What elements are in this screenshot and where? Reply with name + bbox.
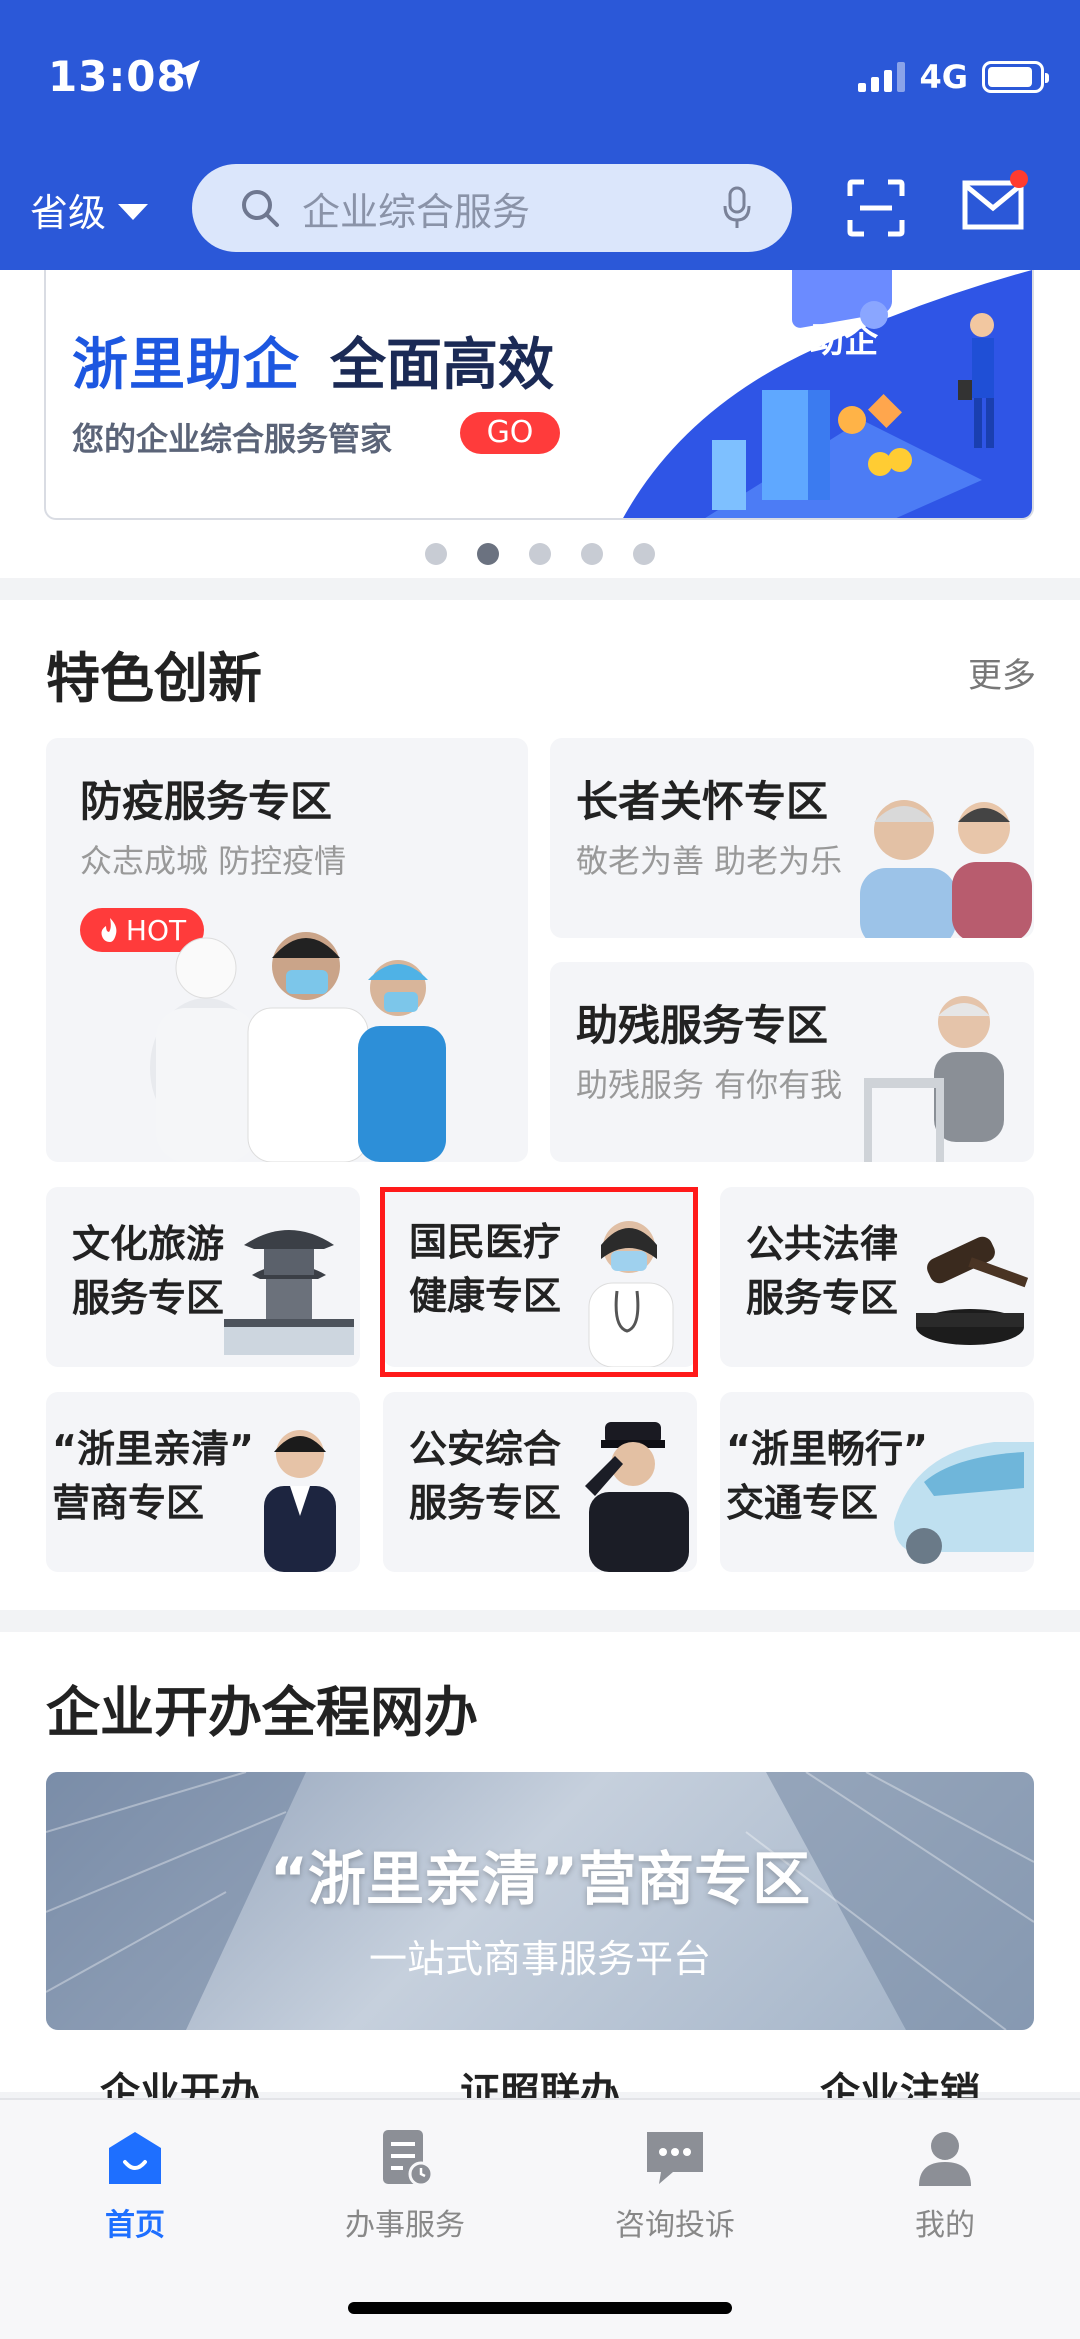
mail-icon[interactable] <box>962 180 1024 230</box>
selection-highlight <box>380 1187 698 1377</box>
card-subtitle: 助残服务 有你有我 <box>576 1066 843 1104</box>
caret-down-icon <box>118 203 149 220</box>
card-public-legal[interactable]: 公共法律 服务专区 <box>720 1187 1034 1367</box>
location-arrow-icon <box>174 60 200 90</box>
status-time: 13:08 <box>48 52 187 101</box>
fire-icon <box>101 918 117 942</box>
car-photo <box>894 1442 1034 1564</box>
receptionist-photo <box>264 1430 336 1572</box>
banner-title-blue: 浙里助企 <box>72 333 300 398</box>
nav-home[interactable]: 首页 <box>0 2128 270 2244</box>
card-elder-care[interactable]: 长者关怀专区 敬老为善 助老为乐 <box>550 738 1034 938</box>
region-label: 省级 <box>30 191 107 235</box>
banner-title-dark: 全面高效 <box>330 333 554 398</box>
go-button[interactable]: GO <box>460 412 560 454</box>
pagination-dot[interactable] <box>633 543 655 565</box>
nav-consult[interactable]: 咨询投诉 <box>540 2128 810 2244</box>
notification-dot <box>1010 170 1028 188</box>
nav-label: 咨询投诉 <box>615 2208 735 2243</box>
card-disability-service[interactable]: 助残服务专区 助残服务 有你有我 <box>550 962 1034 1162</box>
user-icon <box>919 2132 971 2186</box>
document-icon <box>383 2130 434 2187</box>
promo-banner[interactable]: 浙里助企 全面高效 您的企业综合服务管家 GO 助企 <box>44 270 1034 520</box>
card-title: 助残服务专区 <box>576 1001 829 1050</box>
region-selector[interactable]: 省级 <box>30 182 149 237</box>
card-subtitle: 众志成城 防控疫情 <box>80 842 347 880</box>
walker-elder-photo <box>864 996 1004 1162</box>
search-input[interactable]: 企业综合服务 <box>192 164 792 252</box>
microphone-icon[interactable] <box>722 186 752 230</box>
section-title: 特色创新 <box>46 647 262 710</box>
banner-pagination <box>0 543 1080 565</box>
search-icon <box>242 190 279 227</box>
card-public-security[interactable]: 公安综合 服务专区 <box>383 1392 697 1572</box>
card-title: 防疫服务专区 <box>80 777 333 826</box>
elderly-couple-photo <box>860 800 1032 938</box>
nav-services[interactable]: 办事服务 <box>270 2128 540 2244</box>
banner-subtitle: 一站式商事服务平台 <box>368 1937 711 1981</box>
pavilion-photo <box>224 1230 354 1355</box>
network-type: 4G <box>919 58 968 96</box>
card-title: 长者关怀专区 <box>576 777 829 826</box>
card-culture-tourism[interactable]: 文化旅游 服务专区 <box>46 1187 360 1367</box>
nav-label: 办事服务 <box>345 2208 465 2243</box>
banner-title: “浙里亲清”营商专区 <box>269 1845 811 1913</box>
banner-subtitle: 您的企业综合服务管家 <box>72 420 393 458</box>
business-platform-banner[interactable]: “浙里亲清”营商专区 一站式商事服务平台 <box>46 1772 1034 2030</box>
card-business-environment[interactable]: “浙里亲清” 营商专区 <box>46 1392 360 1572</box>
nav-label: 我的 <box>915 2208 975 2243</box>
more-link[interactable]: 更多 <box>968 648 1036 697</box>
police-officer-photo <box>585 1422 689 1572</box>
signal-icon <box>858 62 906 92</box>
nav-label: 首页 <box>105 2208 165 2243</box>
card-title: “浙里亲清” 营商专区 <box>52 1427 254 1525</box>
card-subtitle: 敬老为善 助老为乐 <box>576 842 843 880</box>
search-placeholder: 企业综合服务 <box>302 189 531 234</box>
gavel-photo <box>916 1236 1029 1345</box>
section-title: 企业开办全程网办 <box>46 1681 478 1744</box>
app-header: 13:08 4G 省级 企业综合服务 <box>0 0 1080 270</box>
pagination-dot[interactable] <box>529 543 551 565</box>
card-transport[interactable]: “浙里畅行” 交通专区 <box>720 1392 1034 1572</box>
pagination-dot[interactable] <box>581 543 603 565</box>
scan-icon[interactable] <box>846 178 906 238</box>
business-illustration: 助企 <box>623 270 1032 518</box>
home-icon <box>109 2132 161 2184</box>
status-indicators: 4G <box>858 58 1049 96</box>
chat-icon <box>647 2132 703 2184</box>
battery-icon <box>982 61 1049 93</box>
medical-staff-photo <box>150 932 446 1162</box>
home-indicator <box>348 2302 732 2314</box>
nav-profile[interactable]: 我的 <box>810 2128 1080 2244</box>
pagination-dot-active[interactable] <box>477 543 499 565</box>
pagination-dot[interactable] <box>425 543 447 565</box>
card-epidemic-service[interactable]: 防疫服务专区 众志成城 防控疫情 HOT <box>46 738 528 1162</box>
